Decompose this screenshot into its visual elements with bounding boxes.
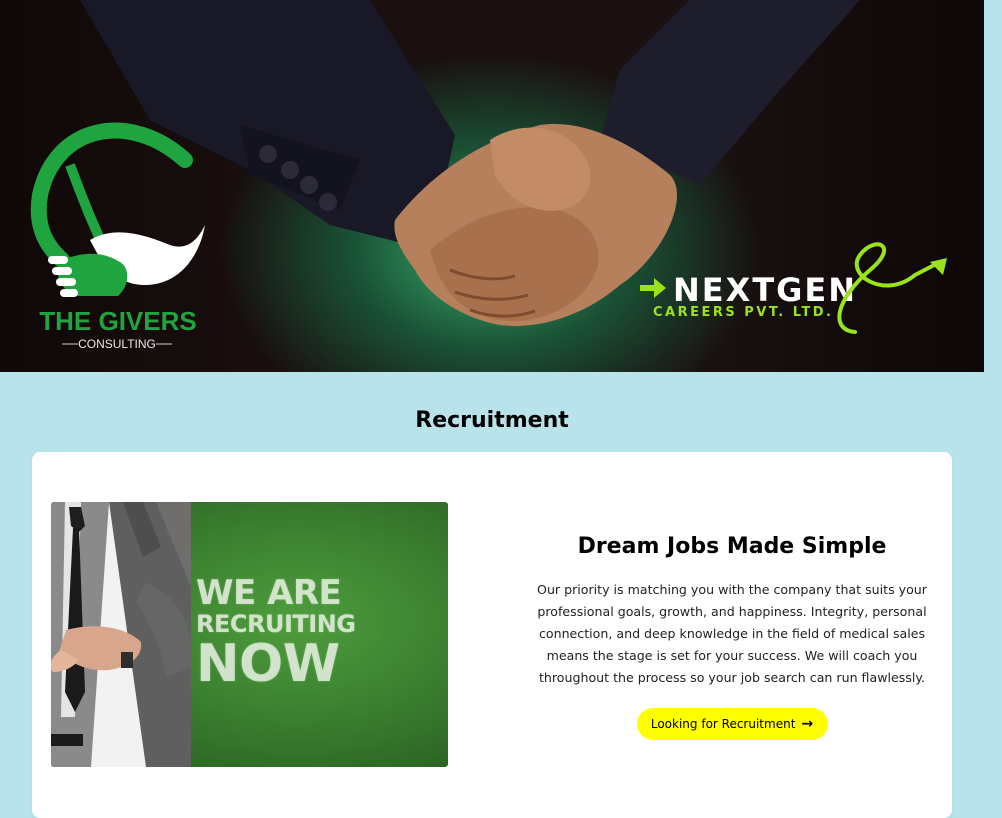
chalk-line-1: WE ARE [196, 573, 342, 613]
card-description: Our priority is matching you with the co… [537, 582, 927, 685]
section-title: Recruitment [415, 408, 569, 433]
givers-logo-name: THE GIVERS [39, 306, 196, 336]
recruiting-image: WE ARE RECRUITING NOW [51, 502, 448, 767]
chalkboard-text: WE ARE RECRUITING NOW [196, 576, 376, 690]
card-content: Dream Jobs Made Simple Our priority is m… [532, 534, 932, 740]
nextgen-logo-tagline: CAREERS PVT. LTD. [653, 305, 833, 320]
chalk-line-2: RECRUITING [196, 610, 356, 638]
handshake-image: THE GIVERS CONSULTING NEXTGEN CAREERS PV… [30, 0, 947, 351]
cta-button-label: Looking for Recruitment [650, 717, 796, 731]
givers-logo-tagline: CONSULTING [78, 337, 156, 351]
recruitment-card: WE ARE RECRUITING NOW Dream Jobs Made Si… [32, 452, 952, 818]
the-givers-logo: THE GIVERS CONSULTING [30, 122, 205, 351]
chalk-line-3: NOW [196, 634, 340, 694]
arrow-right-icon: → [801, 716, 814, 732]
looking-for-recruitment-button[interactable]: Looking for Recruitment → [636, 708, 828, 740]
card-heading: Dream Jobs Made Simple [577, 534, 887, 559]
nextgen-logo: NEXTGEN CAREERS PVT. LTD. [640, 242, 947, 334]
nextgen-logo-name: NEXTGEN [673, 271, 857, 309]
hero-banner: THE GIVERS CONSULTING NEXTGEN CAREERS PV… [0, 0, 984, 372]
